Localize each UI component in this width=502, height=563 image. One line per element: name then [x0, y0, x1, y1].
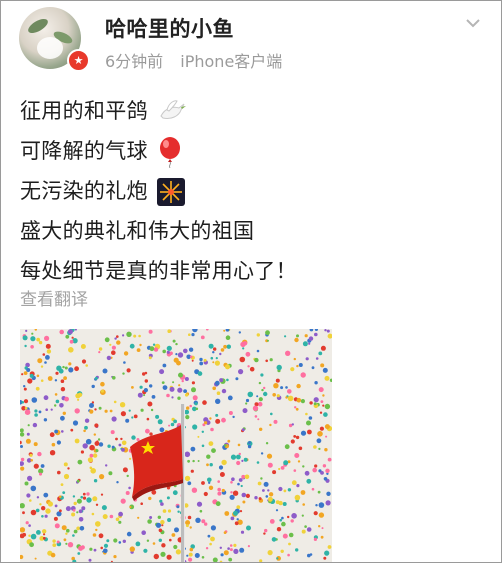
post-content: 征用的和平鸽 可降解的气球 无污染的礼炮 盛大的典礼和伟大的祖国 每处细节是真的…: [20, 91, 297, 291]
content-line: 盛大的典礼和伟大的祖国: [20, 219, 255, 243]
confetti-flag-image: [20, 329, 332, 562]
content-line: 可降解的气球: [20, 131, 297, 171]
line-text: 无污染的礼炮: [20, 179, 148, 203]
line-text: 征用的和平鸽: [20, 99, 148, 123]
content-line: 征用的和平鸽: [20, 91, 297, 131]
translate-link[interactable]: 查看翻译: [20, 285, 88, 310]
v-badge-icon: ★: [67, 49, 90, 72]
content-line: 无污染的礼炮: [20, 171, 297, 211]
chevron-down-icon[interactable]: [465, 15, 481, 31]
post-photo[interactable]: [20, 329, 332, 562]
post-time: 6分钟前: [105, 52, 164, 71]
post-meta: 6分钟前 iPhone客户端: [105, 48, 294, 72]
fireworks-icon: [156, 178, 185, 206]
line-text: 可降解的气球: [20, 139, 148, 163]
dove-icon: [160, 100, 186, 119]
post-source: iPhone客户端: [180, 52, 283, 71]
username[interactable]: 哈哈里的小鱼: [105, 13, 234, 43]
balloon-icon: [159, 137, 180, 168]
post-card: ★ 哈哈里的小鱼 6分钟前 iPhone客户端 征用的和平鸽 可降解的气球 无污…: [0, 0, 502, 563]
